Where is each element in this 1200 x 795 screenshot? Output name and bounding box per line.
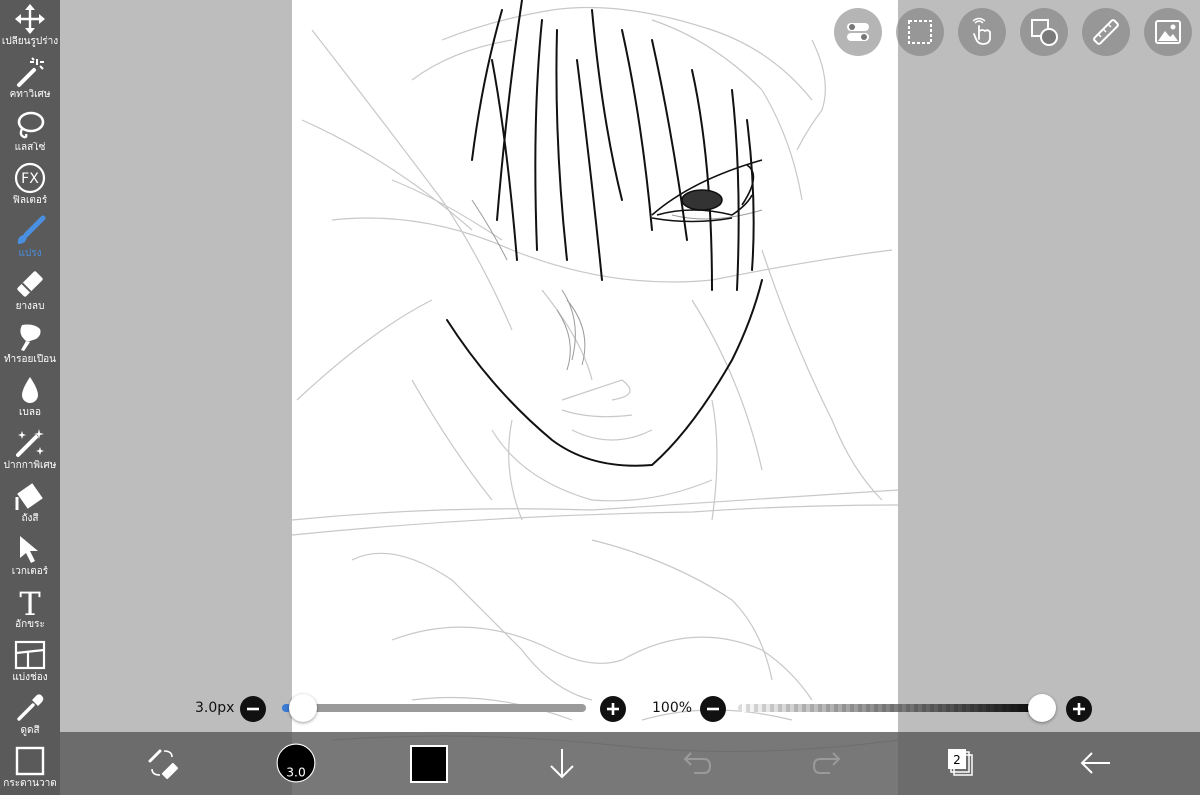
tool-label: ดูดสี [20,725,40,736]
toggle-icon [847,23,869,41]
tool-label: ถังสี [21,513,39,524]
back-button[interactable] [1066,732,1126,795]
brush-size-increase-button[interactable] [600,696,626,722]
hand-button[interactable] [958,8,1006,56]
svg-text:3.0: 3.0 [286,765,305,779]
ruler-button[interactable] [1082,8,1130,56]
frame-divider-icon [14,640,46,670]
brush-size-value: 3.0px [195,700,235,716]
redo-icon [812,752,841,774]
blur-drop-icon [22,377,38,403]
tool-label: เบลอ [19,407,41,418]
tool-label: กระดานวาด [3,778,57,789]
plus-icon [607,703,619,715]
back-arrow-icon [1080,752,1110,774]
swap-tool-icon [148,749,179,780]
tool-label: คทาวิเศษ [9,89,51,100]
tool-label: อักขระ [15,619,45,630]
tool-brush[interactable]: แปรง [0,212,60,265]
drawing-canvas[interactable] [292,0,898,795]
brush-size-decrease-button[interactable] [240,696,266,722]
tool-label: ทำรอยเปื้อน [3,354,57,365]
tool-label: ปากกาพิเศษ [3,460,57,471]
tool-blur[interactable]: เบลอ [0,371,60,424]
tool-canvas[interactable]: กระดานวาด [0,742,60,795]
svg-text:FX: FX [21,171,39,187]
opacity-knob[interactable] [1028,694,1056,722]
tool-transform[interactable]: เปลี่ยนรูปร่าง [0,0,60,53]
swap-tool-button[interactable] [132,732,192,795]
svg-text:T: T [19,586,41,618]
opacity-decrease-button[interactable] [700,696,726,722]
tool-magic-wand[interactable]: คทาวิเศษ [0,53,60,106]
brush-size-button[interactable]: 3.0 [266,732,326,795]
tool-filter[interactable]: FX ฟิลเตอร์ [0,159,60,212]
opacity-increase-button[interactable] [1066,696,1092,722]
fx-filter-icon: FX [14,162,46,194]
canvas-icon [15,746,45,776]
redo-button[interactable] [798,732,858,795]
opacity-fill [738,704,1050,712]
opacity-track[interactable] [738,704,1050,712]
eyedropper-icon [17,694,44,721]
brush-icon [17,215,46,244]
tool-eraser[interactable]: ยางลบ [0,265,60,318]
lasso-icon [17,111,45,139]
tool-lasso[interactable]: แลสโซ่ [0,106,60,159]
vector-arrow-icon [20,536,38,563]
layers-button[interactable]: 2 [930,732,990,795]
tool-label: แบ่งช่อง [12,672,48,683]
eraser-icon [17,271,43,297]
tool-sidebar: เปลี่ยนรูปร่าง คทาวิเศษ แลสโซ่ FX ฟิลเตอ… [0,0,60,795]
tool-label: แลสโซ่ [14,142,46,153]
image-icon [1155,20,1181,44]
tool-text[interactable]: T อักขระ [0,583,60,636]
shape-button[interactable] [1020,8,1068,56]
hand-icon [972,17,991,45]
brush-size-knob[interactable] [289,694,318,722]
sketch-artwork [292,0,898,753]
selection-button[interactable] [896,8,944,56]
tool-eyedropper[interactable]: ดูดสี [0,689,60,742]
undo-button[interactable] [666,732,726,795]
tool-bucket[interactable]: ถังสี [0,477,60,530]
transform-icon [15,4,45,34]
tool-frame-divider[interactable]: แบ่งช่อง [0,636,60,689]
tool-smudge[interactable]: ทำรอยเปื้อน [0,318,60,371]
brush-size-icon: 3.0 [276,743,316,783]
smudge-icon [20,324,41,351]
layers-icon: 2 [948,749,973,776]
color-swatch-button[interactable] [398,732,458,795]
ruler-icon [1093,19,1119,45]
download-icon [550,749,574,779]
special-pen-icon [16,429,44,457]
minus-icon [247,707,259,711]
svg-text:2: 2 [953,753,961,767]
download-button[interactable] [532,732,592,795]
undo-icon [683,752,712,774]
opacity-value: 100% [652,700,693,716]
bottom-toolbar: 3.0 2 [60,732,1200,795]
minus-icon [707,707,719,711]
tool-label: ยางลบ [15,301,45,312]
selection-icon [908,20,932,44]
tool-label: เวกเตอร์ [11,566,49,577]
brush-size-track[interactable] [282,704,586,712]
magic-wand-icon [17,57,44,87]
tool-label: ฟิลเตอร์ [12,195,48,206]
color-swatch [410,745,448,783]
tool-vector[interactable]: เวกเตอร์ [0,530,60,583]
tool-special-pen[interactable]: ปากกาพิเศษ [0,424,60,477]
image-button[interactable] [1144,8,1192,56]
plus-icon [1073,703,1085,715]
tool-label: แปรง [18,248,42,259]
shape-icon [1031,19,1058,46]
toggle-button[interactable] [834,8,882,56]
text-icon: T [19,586,41,618]
tool-label: เปลี่ยนรูปร่าง [1,36,59,47]
bucket-icon [15,483,43,510]
